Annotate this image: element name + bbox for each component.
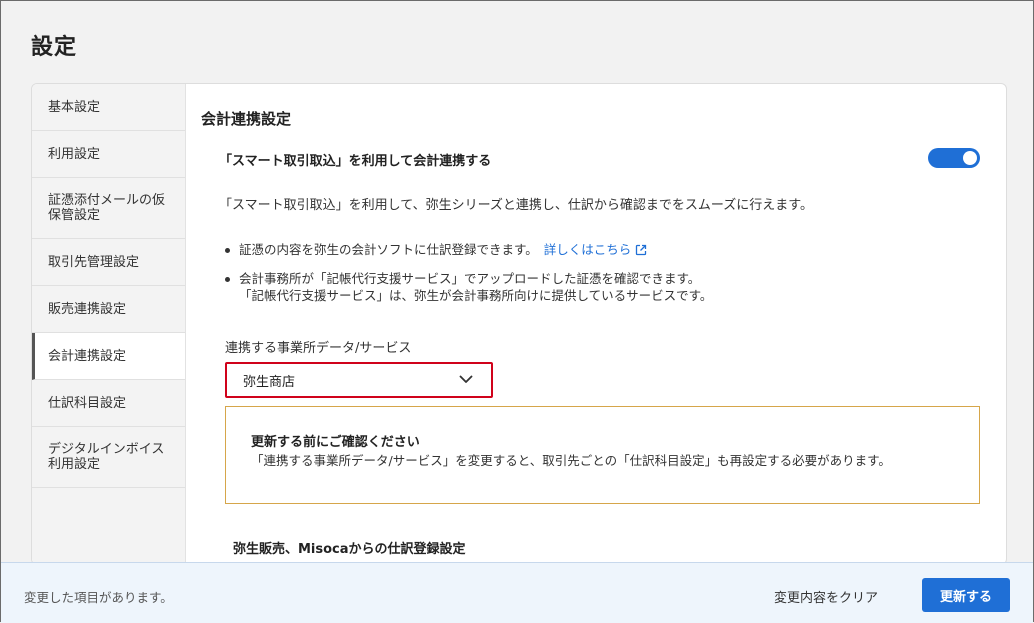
list-item: 証憑の内容を弥生の会計ソフトに仕訳登録できます。 詳しくはこちら	[225, 241, 712, 260]
sidebar-item-usage[interactable]: 利用設定	[32, 131, 185, 178]
sidebar-item-label: 証憑添付メールの仮保管設定	[48, 193, 166, 223]
settings-card: 基本設定 利用設定 証憑添付メールの仮保管設定 取引先管理設定 販売連携設定 会…	[31, 83, 1007, 565]
sidebar-item-mail-storage[interactable]: 証憑添付メールの仮保管設定	[32, 178, 185, 239]
office-data-select[interactable]: 弥生商店	[225, 362, 493, 398]
sidebar-item-label: 販売連携設定	[48, 301, 127, 317]
integration-description: 「スマート取引取込」を利用して、弥生シリーズと連携し、仕訳から確認までをスムーズ…	[219, 198, 813, 213]
notice-body: 「連携する事業所データ/サービス」を変更すると、取引先ごとの「仕訳科目設定」も再…	[251, 453, 891, 468]
sidebar-item-digital-invoice[interactable]: デジタルインボイス利用設定	[32, 427, 185, 488]
settings-sidebar: 基本設定 利用設定 証憑添付メールの仮保管設定 取引先管理設定 販売連携設定 会…	[32, 84, 186, 564]
bullet-subtext: 「記帳代行支援サービス」は、弥生が会計事務所向けに提供しているサービスです。	[239, 288, 713, 303]
subsection-title: 弥生販売、Misocaからの仕訳登録設定	[233, 542, 466, 557]
sidebar-item-basic[interactable]: 基本設定	[32, 84, 185, 131]
chevron-down-icon	[459, 373, 473, 388]
sidebar-item-label: デジタルインボイス利用設定	[48, 442, 165, 472]
footer-bar: 変更した項目があります。 変更内容をクリア 更新する	[1, 562, 1033, 623]
sidebar-item-sales-integration[interactable]: 販売連携設定	[32, 286, 185, 333]
details-link[interactable]: 詳しくはこちら	[544, 242, 648, 257]
bullet-text: 証憑の内容を弥生の会計ソフトに仕訳登録できます。	[239, 242, 538, 257]
sidebar-item-label: 取引先管理設定	[48, 254, 140, 270]
section-title: 会計連携設定	[201, 110, 292, 128]
toggle-label: 「スマート取引取込」を利用して会計連携する	[219, 154, 492, 169]
feature-list: 証憑の内容を弥生の会計ソフトに仕訳登録できます。 詳しくはこちら 会計事務所が「記…	[225, 241, 712, 314]
details-link-label: 詳しくはこちら	[543, 242, 632, 257]
external-link-icon	[635, 243, 647, 260]
sidebar-item-label: 会計連携設定	[48, 348, 127, 364]
smart-import-toggle[interactable]	[928, 148, 980, 168]
sidebar-item-label: 利用設定	[48, 146, 101, 162]
toggle-knob	[963, 151, 977, 165]
clear-changes-button[interactable]: 変更内容をクリア	[774, 587, 878, 606]
notice-title: 更新する前にご確認ください	[251, 435, 420, 450]
sidebar-item-journal-accounts[interactable]: 仕訳科目設定	[32, 380, 185, 427]
notice-box: 更新する前にご確認ください 「連携する事業所データ/サービス」を変更すると、取引…	[225, 406, 980, 504]
list-item: 会計事務所が「記帳代行支援サービス」でアップロードした証憑を確認できます。 「記…	[225, 270, 712, 304]
update-button[interactable]: 更新する	[922, 578, 1010, 612]
sidebar-item-accounting-integration[interactable]: 会計連携設定	[32, 333, 185, 380]
sidebar-item-label: 仕訳科目設定	[48, 395, 127, 411]
office-data-select-label: 連携する事業所データ/サービス	[225, 341, 412, 356]
bullet-text: 会計事務所が「記帳代行支援サービス」でアップロードした証憑を確認できます。	[239, 271, 701, 286]
page-title: 設定	[31, 35, 78, 60]
unsaved-changes-status: 変更した項目があります。	[24, 590, 173, 605]
sidebar-item-client-management[interactable]: 取引先管理設定	[32, 239, 185, 286]
sidebar-item-label: 基本設定	[48, 99, 101, 115]
settings-main: 会計連携設定 「スマート取引取込」を利用して会計連携する 「スマート取引取込」を…	[185, 84, 1006, 564]
select-value: 弥生商店	[243, 374, 296, 390]
